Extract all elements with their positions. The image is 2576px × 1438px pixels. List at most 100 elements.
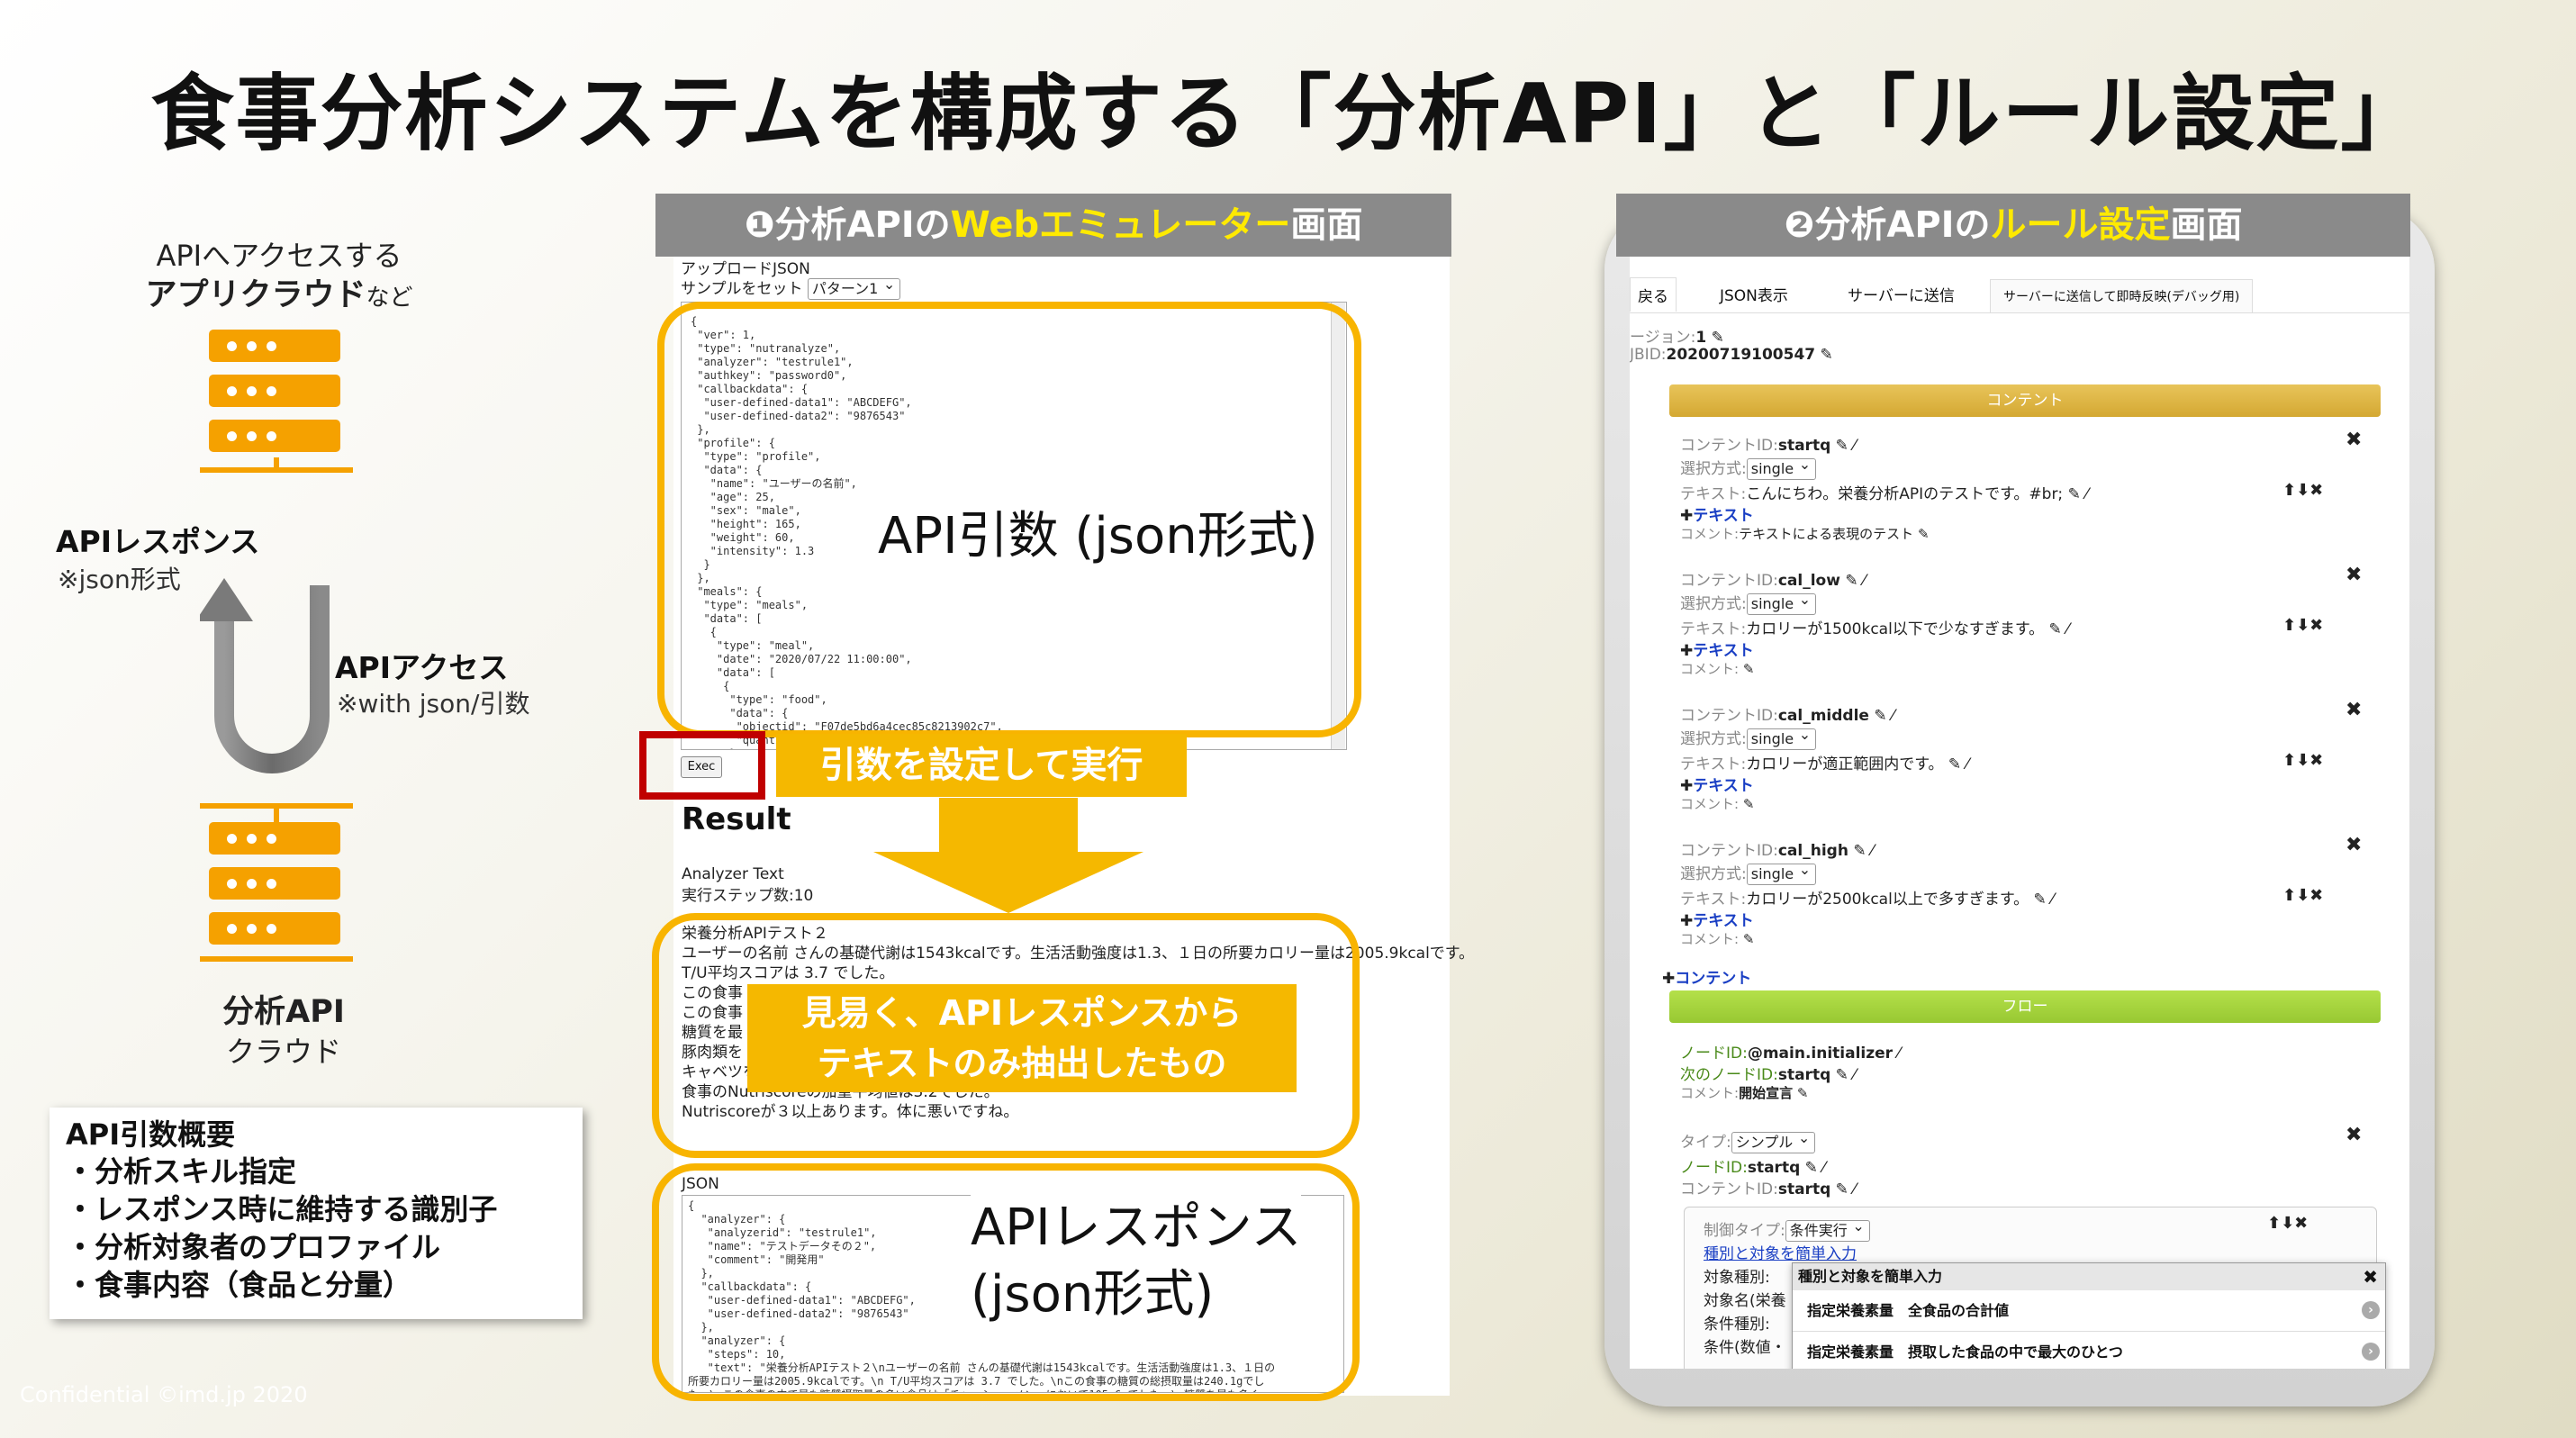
sample-select[interactable]: パターン1 [807,275,901,300]
exec-button[interactable]: Exec [681,756,722,778]
popup-row[interactable]: 指定栄養素量 摂取した食品の中で最大のひとつ › [1793,1332,2385,1369]
ctrl-row: 制御タイプ: 条件実行 [1704,1216,1870,1242]
text-value: カロリーが適正範囲内です。 [1746,755,1944,773]
popup-row-b: 摂取した食品の中で最大のひとつ [1908,1343,2123,1361]
content-id-row: コンテントID:startq ✎ ⁄ [1680,437,1857,455]
select-method[interactable]: single [1746,590,1817,615]
content-id-label: コンテントID: [1680,572,1778,590]
content2-value: startq [1777,1180,1831,1198]
select-row: 選択方式: single [1680,860,1817,885]
num-1-icon: ❶ [744,204,775,246]
summary-item: ・分析スキル指定 [66,1154,297,1189]
chevron-right-icon[interactable]: › [2362,1301,2380,1319]
app-cloud-suffix: など [366,285,413,312]
tab-json[interactable]: JSON表示 [1702,277,1806,311]
comment-label: コメント: [1680,526,1740,542]
version-row: ージョン:1 ✎ [1630,329,1724,347]
content-id-label: コンテントID: [1680,707,1778,725]
easy-input-popup: 種別と対象を簡単入力 ✖ 指定栄養素量 全食品の合計値 › 指定栄養素量 摂取し… [1792,1262,2386,1369]
jbid-row: JBID:20200719100547 ✎ [1630,346,1833,364]
target-type-label: 対象種別: [1704,1269,1770,1287]
add-text-link[interactable]: ✚テキスト [1680,773,1754,795]
move-arrows-icon[interactable]: ⬆⬇✖ [2282,616,2323,635]
text-row: テキスト:カロリーが2500kcal以上で多すぎます。 ✎ ⁄ [1680,891,2055,909]
callout-exec: 引数を設定して実行 [776,734,1187,797]
rules-header-pre: 分析APIの [1814,204,1991,246]
add-text-label: テキスト [1693,507,1754,525]
node-id-label: ノードID: [1680,1045,1748,1063]
chevron-right-icon[interactable]: › [2362,1343,2380,1361]
move-arrows-icon[interactable]: ⬆⬇✖ [2282,886,2323,905]
popup-close-icon[interactable]: ✖ [2363,1263,2378,1290]
delete-icon[interactable]: ✖ [2346,699,2362,721]
easy-input-link[interactable]: 種別と対象を簡単入力 [1704,1241,1857,1263]
text-value: カロリーが1500kcal以下で少なすぎます。 [1746,620,2045,638]
version-label: ージョン: [1630,329,1696,347]
app-cloud-server-icon [209,330,340,452]
tab-send[interactable]: サーバーに送信 [1830,277,1973,311]
text-value: こんにちわ。栄養分析APIのテストです。#br; [1746,485,2064,503]
ctrl-select[interactable]: 条件実行 [1785,1216,1870,1242]
text-label: テキスト: [1680,755,1747,773]
content-id-row: コンテントID:cal_low ✎ ⁄ [1680,572,1866,590]
add-text-link[interactable]: ✚テキスト [1680,638,1754,660]
delete-icon[interactable]: ✖ [2346,429,2362,451]
summary-title: API引数概要 [66,1117,236,1152]
node2-row: ノードID:startq ✎ ⁄ [1680,1159,1826,1177]
emulator-header-post: 画面 [1290,204,1363,246]
text-value: カロリーが2500kcal以上で多すぎます。 [1746,891,2029,909]
ctrl-arrows-icon[interactable]: ⬆⬇✖ [2267,1214,2308,1233]
rules-panel: 戻る JSON表示 サーバーに送信 サーバーに送信して即時反映(デバッグ用) ー… [1630,252,2409,1369]
delete-icon[interactable]: ✖ [2346,834,2362,856]
access-note: ※with json/引数 [337,689,530,719]
content-id-row: コンテントID:cal_high ✎ ⁄ [1680,842,1874,860]
content-section-bar[interactable]: コンテント [1669,384,2381,417]
popup-title: 種別と対象を簡単入力 [1798,1268,1943,1285]
content-id-value: cal_middle [1777,707,1869,725]
sample-row: サンプルをセット パターン1 [681,275,901,301]
cond-type-label: 条件種別: [1704,1316,1770,1334]
comment-label: コメント: [1680,661,1740,677]
node-id-value: @main.initializer [1747,1045,1894,1063]
comment-row: コメント:テキストによる表現のテスト ✎ [1680,526,1930,542]
api-cloud-line2: クラウド [225,1035,341,1069]
callout-response: APIレスポンス (json形式) [971,1195,1302,1328]
flow-comment-value: 開始宣言 [1739,1085,1794,1101]
callout-args: API引数 (json形式) [878,507,1318,565]
flow-comment-row: コメント:開始宣言 ✎ [1680,1085,1809,1101]
delete-icon[interactable]: ✖ [2346,564,2362,586]
add-text-label: テキスト [1693,642,1754,660]
select-method[interactable]: single [1746,725,1817,750]
move-arrows-icon[interactable]: ⬆⬇✖ [2282,751,2323,770]
result-heading: Result [682,801,791,837]
select-method[interactable]: single [1746,860,1817,885]
flow-section-bar[interactable]: フロー [1669,990,2381,1023]
content-id-value: cal_high [1777,842,1848,860]
callout-extract-line1: 見易く、APIレスポンスから [801,993,1243,1033]
select-method[interactable]: single [1746,455,1817,480]
analyzer-text-label: Analyzer Text [682,865,784,883]
text-label: テキスト: [1680,485,1747,503]
move-arrows-icon[interactable]: ⬆⬇✖ [2282,481,2323,500]
select-label: 選択方式: [1680,460,1747,478]
app-cloud-caption: APIへアクセスする アプリクラウドなど [99,236,459,318]
flow-comment-label: コメント: [1680,1085,1740,1101]
steps-label: 実行ステップ数:10 [682,887,814,905]
delete-icon[interactable]: ✖ [2346,1124,2362,1146]
content-id-value: cal_low [1777,572,1840,590]
callout-extract: 見易く、APIレスポンスから テキストのみ抽出したもの [747,984,1297,1092]
api-cloud-base [200,956,353,962]
type-select[interactable]: シンプル [1731,1128,1816,1153]
popup-row[interactable]: 指定栄養素量 全食品の合計値 › [1793,1290,2385,1332]
response-label: APIレスポンス [56,524,260,559]
popup-row-a: 指定栄養素量 [1807,1302,1894,1319]
tab-send-debug[interactable]: サーバーに送信して即時反映(デバッグ用) [1990,279,2254,313]
add-content-link[interactable]: ✚コンテント [1662,965,1751,988]
comment-row: コメント: ✎ [1680,661,1755,677]
text-label: テキスト: [1680,620,1747,638]
add-text-link[interactable]: ✚テキスト [1680,502,1754,525]
tab-back[interactable]: 戻る [1630,277,1677,312]
text-label: テキスト: [1680,891,1747,909]
popup-row-b: 全食品の合計値 [1908,1302,2010,1319]
add-text-link[interactable]: ✚テキスト [1680,908,1754,930]
